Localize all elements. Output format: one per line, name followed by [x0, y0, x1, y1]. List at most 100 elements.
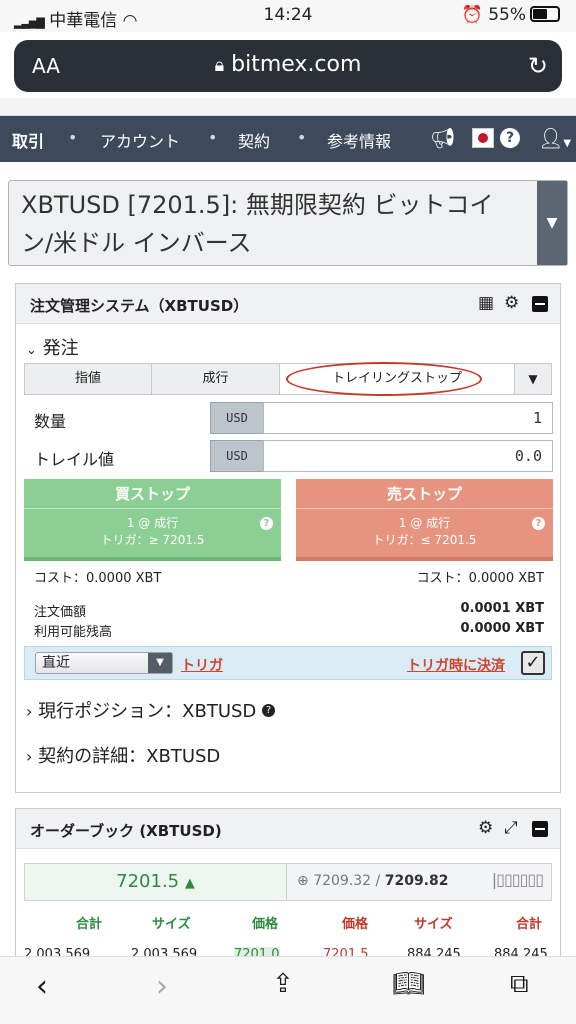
bookmarks-icon[interactable]: 📖︎	[392, 969, 425, 999]
orderbook-summary: 7201.5 ▲ ⊕ 7209.32 / 7209.82 |▯▯▯▯▯▯	[24, 863, 552, 901]
index-price: 7209.32	[313, 873, 372, 889]
available-balance: 0.0000 XBT	[460, 621, 545, 636]
expand-icon[interactable]: ⤢	[504, 818, 518, 838]
status-right: ⏰ 55%	[462, 5, 560, 25]
trail-unit: USD	[210, 440, 264, 472]
buy-stop-button[interactable]: 買ストップ 1 @ 成行トリガ：≥ 7201.5 ?	[24, 479, 281, 561]
megaphone-icon[interactable]: 📢︎	[430, 126, 455, 150]
status-bar: ▂▃▅▇ 中華電信 ◠ 14:24 ⏰ 55%	[0, 0, 576, 32]
user-icon[interactable]: 👤︎ ▼	[538, 126, 571, 150]
trail-value-label: トレイル値	[34, 450, 115, 469]
nav-separator: •	[208, 128, 218, 147]
chevron-down-icon[interactable]: ▼	[537, 181, 567, 265]
nav-separator: •	[297, 128, 307, 147]
position-section-toggle[interactable]: › 現行ポジション：XBTUSD ?	[26, 697, 276, 723]
globe-icon: ⊕	[297, 873, 309, 889]
sell-stop-qty: 1 @ 成行	[398, 516, 451, 530]
ask-price-header: 価格	[342, 917, 369, 932]
sell-stop-button[interactable]: 売ストップ 1 @ 成行トリガ：≤ 7201.5 ?	[296, 479, 553, 561]
orderbook-panel: オーダーブック (XBTUSD) ⚙ ⤢ 7201.5 ▲ ⊕ 7209.32 …	[15, 808, 561, 958]
ask-total-header: 合計	[516, 917, 543, 932]
trail-value-input[interactable]: 0.0	[263, 440, 553, 472]
minimize-icon[interactable]	[532, 296, 548, 312]
annotation-circle	[286, 362, 482, 396]
calculator-icon[interactable]: ▦	[478, 293, 494, 313]
close-on-trigger-link[interactable]: トリガ時に決済	[407, 655, 505, 675]
quantity-unit: USD	[210, 402, 264, 434]
address-bar[interactable]: AA 🔒︎ bitmex.com ↻	[14, 40, 562, 92]
available-balance-label: 利用可能残高	[34, 625, 113, 640]
trigger-price-select[interactable]: 直近 ▼	[35, 652, 173, 674]
gear-icon[interactable]: ⚙	[478, 818, 493, 838]
reload-icon[interactable]: ↻	[528, 52, 548, 80]
buy-stop-qty: 1 @ 成行	[126, 516, 179, 530]
order-type-tabs: 指値 成行 トレイリングストップ ▼	[24, 362, 552, 396]
sell-stop-title: 売ストップ	[296, 479, 553, 509]
ask-size-header: サイズ	[414, 917, 453, 932]
buy-stop-title: 買ストップ	[24, 479, 281, 509]
contract-details-toggle[interactable]: › 契約の詳細：XBTUSD	[26, 742, 220, 768]
tab-market[interactable]: 成行	[151, 363, 280, 395]
battery-icon	[530, 6, 560, 22]
tabs-icon[interactable]: ⧉	[510, 969, 529, 1000]
main-nav: 取引 • アカウント • 契約 • 参考情報 📢︎ ? 👤︎ ▼	[0, 116, 576, 162]
nav-item-reference[interactable]: 参考情報	[327, 128, 391, 152]
gear-icon[interactable]: ⚙	[504, 293, 519, 313]
contract-details-title: 契約の詳細：XBTUSD	[38, 746, 221, 767]
nav-item-contracts[interactable]: 契約	[238, 128, 270, 152]
back-icon[interactable]: ‹	[36, 969, 48, 1004]
forward-icon[interactable]: ›	[156, 969, 168, 1004]
bid-size-header: サイズ	[152, 917, 191, 932]
chevron-down-icon: ▼	[148, 653, 172, 673]
url-display[interactable]: 🔒︎ bitmex.com	[14, 52, 562, 77]
up-arrow-icon: ▲	[184, 876, 195, 891]
nav-item-trade[interactable]: 取引	[12, 128, 44, 152]
panel-title: 注文管理システム（XBTUSD）	[30, 297, 249, 315]
symbol-selector[interactable]: XBTUSD [7201.5]: 無期限契約 ビットコイン/米ドル インバース …	[8, 180, 568, 266]
panel-header: 注文管理システム（XBTUSD） ▦ ⚙	[16, 284, 560, 324]
index-mark-prices: ⊕ 7209.32 / 7209.82	[297, 873, 449, 889]
lock-icon: 🔒︎	[214, 55, 225, 76]
alarm-icon: ⏰	[461, 5, 483, 25]
quantity-input[interactable]: 1	[263, 402, 553, 434]
last-price-value: 7201.5	[116, 871, 180, 892]
flag-icon[interactable]	[472, 128, 494, 148]
nav-separator: •	[68, 128, 78, 147]
symbol-label: XBTUSD [7201.5]: 無期限契約 ビットコイン/米ドル インバース	[21, 191, 494, 257]
order-value: 0.0001 XBT	[460, 601, 545, 616]
bid-total-header: 合計	[76, 917, 103, 932]
sell-stop-trigger: トリガ：≤ 7201.5	[372, 533, 477, 547]
more-order-types[interactable]: ▼	[514, 363, 552, 395]
help-icon[interactable]: ?	[532, 517, 545, 530]
chevron-right-icon: ›	[26, 702, 33, 721]
close-on-trigger-checkbox[interactable]: ✓	[521, 651, 545, 675]
order-entry-panel: 注文管理システム（XBTUSD） ▦ ⚙ ⌄ 発注 指値 成行 トレイリングスト…	[15, 283, 561, 793]
order-section-toggle[interactable]: ⌄ 発注	[26, 334, 79, 360]
sell-cost: コスト：0.0000 XBT	[416, 571, 544, 586]
chevron-down-icon: ⌄	[26, 343, 37, 358]
help-icon[interactable]: ?	[260, 517, 273, 530]
trigger-link[interactable]: トリガ	[181, 655, 223, 675]
help-icon[interactable]: ?	[262, 704, 276, 717]
battery-percent: 55%	[488, 5, 526, 25]
position-title: 現行ポジション：XBTUSD	[38, 701, 257, 722]
chevron-right-icon: ›	[26, 747, 33, 766]
browser-toolbar: ‹ › ⇪ 📖︎ ⧉	[0, 956, 576, 1024]
trigger-price-value: 直近	[42, 655, 70, 671]
buy-cost: コスト：0.0000 XBT	[34, 571, 162, 586]
order-section-title: 発注	[42, 338, 79, 359]
tab-trailing-stop[interactable]: トレイリングストップ	[279, 362, 515, 396]
nav-item-account[interactable]: アカウント	[100, 128, 180, 152]
help-icon[interactable]: ?	[500, 128, 520, 148]
orderbook-header: オーダーブック (XBTUSD) ⚙ ⤢	[16, 809, 560, 849]
buy-stop-trigger: トリガ：≥ 7201.5	[100, 533, 205, 547]
bid-price-header: 価格	[252, 917, 279, 932]
url-text: bitmex.com	[231, 52, 362, 77]
quantity-label: 数量	[34, 412, 67, 431]
tab-limit[interactable]: 指値	[24, 363, 152, 395]
trigger-options: 直近 ▼ トリガ トリガ時に決済 ✓	[24, 646, 552, 680]
share-icon[interactable]: ⇪	[272, 969, 294, 999]
order-value-label: 注文価額	[34, 605, 87, 620]
minimize-icon[interactable]	[532, 821, 548, 837]
mark-price: 7209.82	[384, 873, 449, 889]
